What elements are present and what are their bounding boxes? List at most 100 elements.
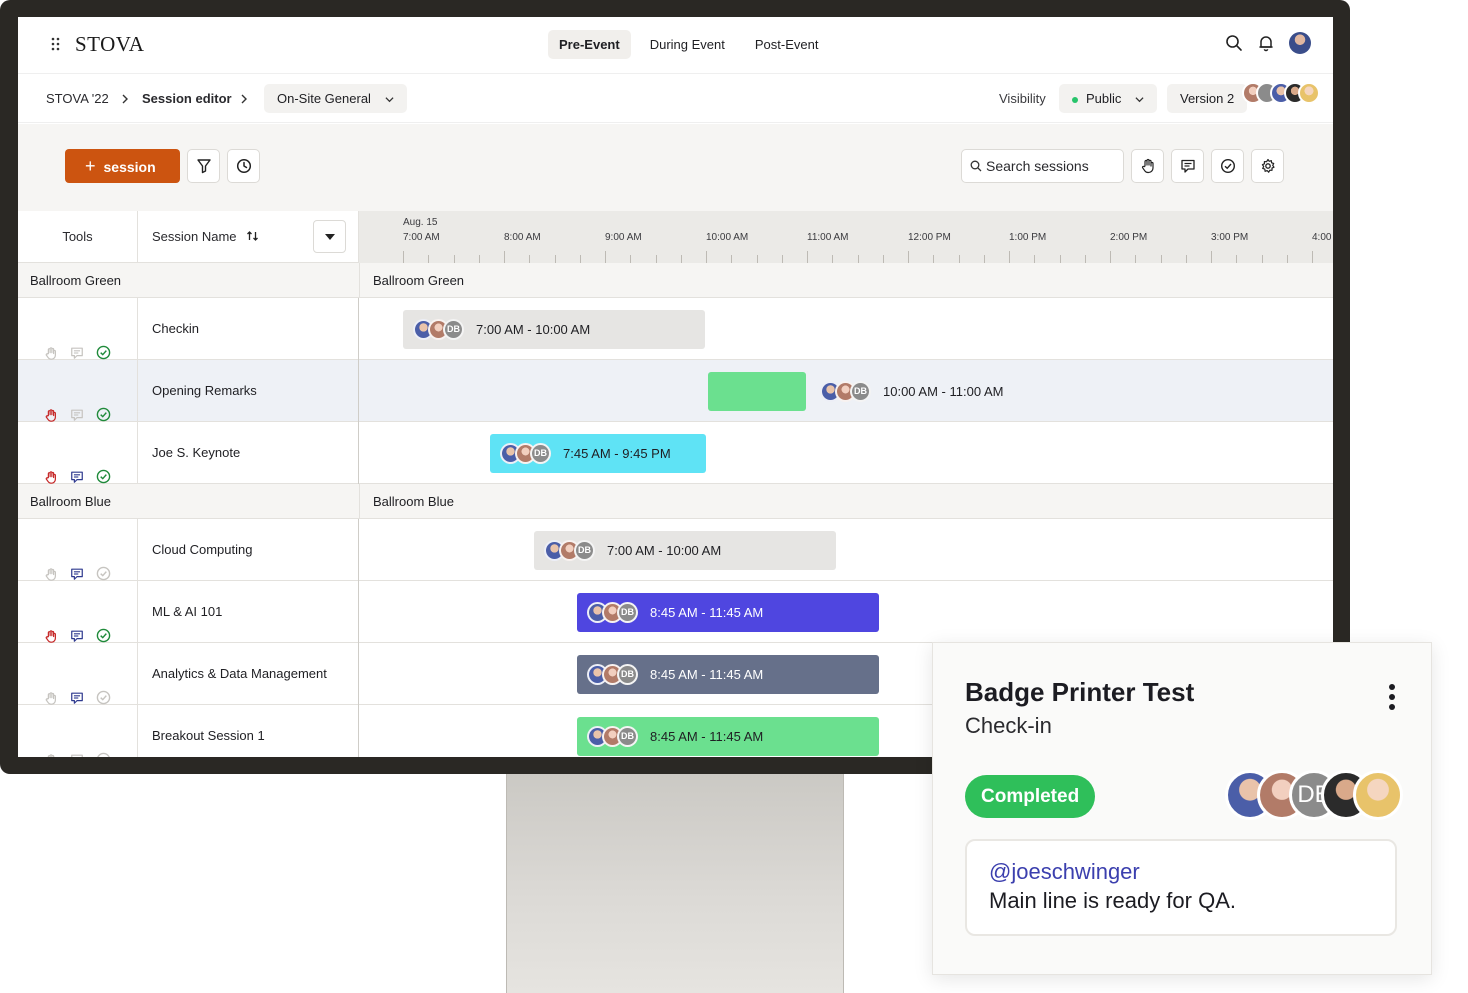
hand-icon[interactable] [44,408,58,423]
check-circle-icon[interactable] [96,690,111,705]
session-bar[interactable] [708,372,806,411]
table-row[interactable]: Cloud Computing DB 7:00 AM - 10:00 AM [18,519,1333,581]
comments-filter-button[interactable] [1171,149,1204,183]
location-select[interactable]: On-Site General [264,84,407,113]
approved-filter-button[interactable] [1211,149,1244,183]
history-button[interactable] [227,149,260,183]
card-subtitle: Check-in [965,713,1052,738]
breadcrumb-page[interactable]: Session editor [142,74,232,124]
raise-hand-filter-button[interactable] [1131,149,1164,183]
check-circle-icon[interactable] [96,628,111,643]
check-circle-icon[interactable] [96,469,111,484]
hand-icon[interactable] [44,753,58,757]
timeline-tick [706,251,707,263]
session-detail-card[interactable]: Badge Printer Test Check-in Completed DE… [932,642,1432,975]
session-name[interactable]: ML & AI 101 [138,581,359,643]
version-select[interactable]: Version 2 [1167,84,1248,113]
check-circle-icon[interactable] [96,566,111,581]
comment-icon[interactable] [70,567,84,581]
comment-icon[interactable] [70,753,84,757]
check-circle-icon[interactable] [96,407,111,422]
table-row[interactable]: ML & AI 101 DB 8:45 AM - 11:45 AM [18,581,1333,643]
hand-icon[interactable] [44,691,58,706]
column-divider [359,484,360,519]
group-label-timeline: Ballroom Blue [373,494,454,509]
settings-button[interactable] [1251,149,1284,183]
bell-icon[interactable] [1257,34,1275,52]
timeline-tick [1084,255,1086,263]
timeline-hour-label: 3:00 PM [1211,232,1249,243]
sort-icon[interactable] [246,230,260,242]
comment-box: @joeschwinger Main line is ready for QA. [965,839,1397,936]
check-circle-icon[interactable] [96,345,111,360]
comment-icon[interactable] [70,629,84,643]
timeline-tick [1286,255,1288,263]
timeline-tick [403,251,404,263]
session-bar[interactable]: DB 7:45 AM - 9:45 PM [490,434,706,473]
timeline-tick [1009,251,1010,263]
session-bar[interactable]: DB 8:45 AM - 11:45 AM [577,655,879,694]
session-bar[interactable]: DB 8:45 AM - 11:45 AM [577,717,879,756]
column-dropdown-button[interactable] [313,220,346,253]
hand-icon[interactable] [44,629,58,644]
card-avatars[interactable]: DE [1225,770,1403,820]
session-bar[interactable]: DB 8:45 AM - 11:45 AM [577,593,879,632]
comment-icon [1181,159,1195,173]
tab-during-event[interactable]: During Event [639,30,736,59]
session-bar[interactable]: DB 7:00 AM - 10:00 AM [403,310,705,349]
comment-icon[interactable] [70,408,84,422]
check-circle-icon[interactable] [96,752,111,757]
status-dot [1072,96,1078,103]
session-name[interactable]: Breakout Session 1 [138,705,359,757]
session-name[interactable]: Opening Remarks [138,360,359,422]
main-nav: Pre-Event During Event Post-Event [548,30,829,59]
tab-pre-event[interactable]: Pre-Event [548,30,631,59]
chevron-down-icon [1135,97,1144,103]
timeline-tick [1236,255,1238,263]
column-header-session-name[interactable]: Session Name [138,211,359,263]
user-avatar[interactable] [1289,32,1311,54]
session-name[interactable]: Cloud Computing [138,519,359,581]
session-name[interactable]: Joe S. Keynote [138,422,359,484]
table-row[interactable]: Opening Remarks DB 10:00 AM - 11:00 AM [18,360,1333,422]
timeline-tick [453,255,455,263]
visibility-select[interactable]: Public [1059,84,1158,113]
group-row[interactable]: Ballroom Blue Ballroom Blue [18,484,1333,519]
session-bar[interactable]: DB 7:00 AM - 10:00 AM [534,531,836,570]
hand-icon[interactable] [44,567,58,582]
chevron-right-icon [122,94,128,104]
session-name[interactable]: Analytics & Data Management [138,643,359,705]
avatar: DB [530,443,551,464]
search-icon[interactable] [1225,34,1243,52]
hand-icon[interactable] [44,346,58,361]
comment-text: Main line is ready for QA. [989,888,1236,913]
timeline-tick [958,255,960,263]
timeline-tick [680,255,682,263]
filter-button[interactable] [187,149,220,183]
session-name[interactable]: Checkin [138,298,359,360]
timeline-tick [554,255,556,263]
logo: STOVA [75,32,145,56]
timeline-tick [756,255,758,263]
comment-icon[interactable] [70,346,84,360]
collaborator-avatars[interactable] [1242,82,1320,104]
timeline-tick [605,251,606,263]
comment-mention[interactable]: @joeschwinger [989,859,1140,885]
table-row[interactable]: Joe S. Keynote DB 7:45 AM - 9:45 PM [18,422,1333,484]
tab-post-event[interactable]: Post-Event [744,30,830,59]
timeline-tick [781,255,783,263]
hand-icon[interactable] [44,470,58,485]
breadcrumb-event[interactable]: STOVA '22 [46,74,109,124]
add-session-button[interactable]: + session [65,149,180,183]
session-time: 10:00 AM - 11:00 AM [883,384,1004,399]
table-row[interactable]: Checkin DB 7:00 AM - 10:00 AM [18,298,1333,360]
kebab-menu-icon[interactable] [1388,683,1396,713]
timeline-tick [1110,251,1111,263]
hand-icon [1141,158,1154,174]
comment-icon[interactable] [70,691,84,705]
search-input[interactable]: Search sessions [961,149,1124,183]
app-grid-icon[interactable] [51,37,61,51]
comment-icon[interactable] [70,470,84,484]
avatar: DB [574,540,595,561]
group-row[interactable]: Ballroom Green Ballroom Green [18,263,1333,298]
